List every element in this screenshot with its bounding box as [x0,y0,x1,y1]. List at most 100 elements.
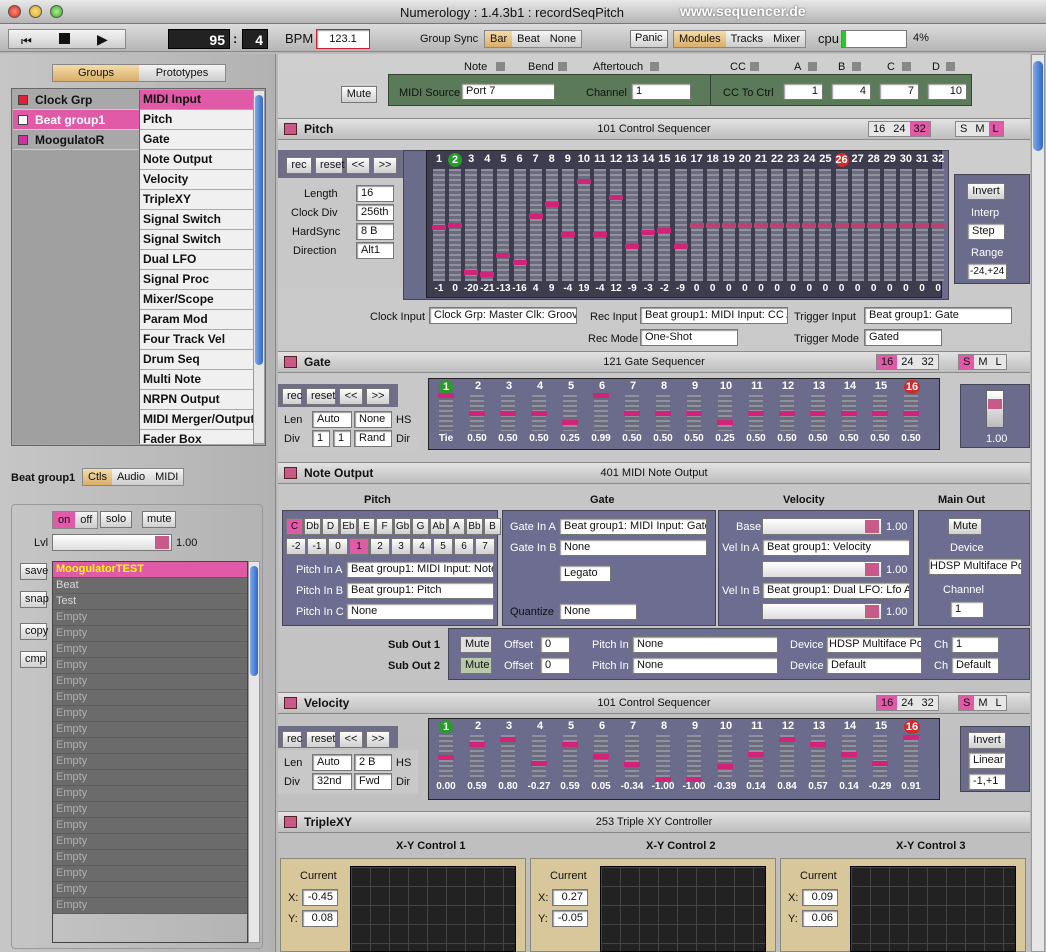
legato-field[interactable]: Legato [559,565,611,582]
preset-list-item[interactable]: Empty [53,834,247,850]
midi-mute-button[interactable]: Mute [341,86,377,103]
gate-step-column[interactable] [594,395,608,431]
key-option-db[interactable]: Db [304,518,321,535]
pitch-step-column[interactable] [577,169,590,281]
level-slider[interactable] [52,534,172,551]
pitch-step-column[interactable] [594,169,606,281]
octave-option[interactable]: 3 [391,538,411,555]
gate-step-grid[interactable]: 1 Tie 2 0.50 3 0.50 4 0.50 5 0.25 6 0.99 7 0.50 8 0.50 9… [428,378,940,450]
main-scrollbar[interactable] [1031,54,1045,952]
tab-32[interactable]: 32 [918,696,938,710]
module-list-item[interactable]: NRPN Output [140,390,254,410]
pitch-step-column[interactable] [658,169,671,281]
vel-in-a-field[interactable]: Beat group1: Velocity [762,539,910,556]
preset-list-item[interactable]: Empty [53,610,247,626]
tab-s[interactable]: S [959,696,975,710]
octave-option[interactable]: 4 [412,538,432,555]
velocity-range-field[interactable]: -1,+1 [968,773,1006,790]
slider-handle[interactable] [865,520,879,533]
key-option-c[interactable]: C [286,518,303,535]
tab-midi[interactable]: MIDI [150,469,183,485]
sub2-ch-field[interactable]: Default [951,657,999,674]
module-list-item[interactable]: TripleXY [140,190,254,210]
gate-len-field[interactable]: Auto [312,411,352,428]
module-list-item[interactable]: Fader Box [140,430,254,444]
tab-l[interactable]: L [992,355,1006,369]
group-item-clock-grp[interactable]: Clock Grp [13,90,139,110]
sub2-offset-field[interactable]: 0 [540,657,570,674]
velocity-interp-field[interactable]: Linear [968,752,1006,769]
midi-channel-field[interactable]: 1 [631,83,691,100]
trigger-input-field[interactable]: Beat group1: Gate [864,307,1012,324]
rec-input-field[interactable]: Beat group1: MIDI Input: CC A [640,307,788,324]
cc-b-field[interactable]: 4 [831,83,871,100]
velocity-step-column[interactable] [749,735,763,779]
preset-list-item[interactable]: Empty [53,786,247,802]
main-out-mute-button[interactable]: Mute [948,518,982,535]
stop-icon[interactable] [59,33,70,44]
interp-field[interactable]: Step [967,223,1005,240]
tab-s[interactable]: S [956,122,971,136]
preset-list-item[interactable]: Empty [53,770,247,786]
direction-field[interactable]: Alt1 [356,242,394,259]
key-option-ab[interactable]: Ab [430,518,447,535]
pitch-step-column[interactable] [529,169,542,281]
gate-next-button[interactable]: >> [366,388,390,405]
module-list-item[interactable]: Gate [140,130,254,150]
preset-list-item[interactable]: Empty [53,866,247,882]
gate-prev-button[interactable]: << [339,388,363,405]
velocity-step-column[interactable] [718,735,732,779]
cc-a-field[interactable]: 1 [783,83,823,100]
tab-ctls[interactable]: Ctls [83,469,112,485]
pitch-step-column[interactable] [674,169,687,281]
gate-div1-field[interactable]: 1 [312,430,330,447]
gate-in-a-field[interactable]: Beat group1: MIDI Input: Gate [559,518,707,535]
tab-32[interactable]: 32 [909,122,930,136]
module-list-item[interactable]: Signal Switch [140,230,254,250]
tab-prototypes[interactable]: Prototypes [139,65,225,81]
velocity-len-field[interactable]: Auto [312,754,352,771]
pitch-invert-button[interactable]: Invert [967,183,1005,200]
main-device-field[interactable]: HDSP Multiface Port [928,558,1022,575]
trigger-mode-field[interactable]: Gated [864,329,942,346]
velocity-step-column[interactable] [904,735,918,779]
pitch-step-column[interactable] [497,169,510,281]
sub2-device-field[interactable]: Default [826,657,922,674]
key-option-gb[interactable]: Gb [394,518,411,535]
off-option[interactable]: off [75,512,97,528]
group-item-beat-group1[interactable]: Beat group1 [13,110,139,130]
key-option-a[interactable]: A [448,518,465,535]
base-slider[interactable] [762,518,882,535]
gate-rand-field[interactable]: Rand [354,430,392,447]
octave-option[interactable]: 6 [454,538,474,555]
xy-x-field[interactable]: 0.27 [552,889,588,906]
preset-list-item[interactable]: Empty [53,722,247,738]
gate-step-column[interactable] [439,395,453,431]
pitch-step-column[interactable] [481,169,494,281]
mute-button[interactable]: mute [142,511,176,528]
velocity-step-column[interactable] [842,735,856,779]
preset-scrollbar[interactable] [248,561,260,943]
velocity-invert-button[interactable]: Invert [968,732,1006,749]
pitch-prev-button[interactable]: << [346,157,370,174]
snap-button[interactable]: snap [20,591,49,608]
module-list-item[interactable]: Four Track Vel [140,330,254,350]
sub2-pitch-in-field[interactable]: None [632,657,778,674]
scroll-thumb[interactable] [1033,61,1043,151]
pitch-step-column[interactable] [465,169,478,281]
tab-16[interactable]: 16 [869,122,889,136]
octave-option[interactable]: -1 [307,538,327,555]
quantize-field[interactable]: None [559,603,637,620]
on-option[interactable]: on [53,512,76,528]
key-option-d[interactable]: D [322,518,339,535]
solo-button[interactable]: solo [100,511,132,528]
zoom-window-button[interactable] [50,5,63,18]
length-field[interactable]: 16 [356,185,394,202]
tab-16[interactable]: 16 [877,355,898,369]
velocity-rec-button[interactable]: rec [282,731,302,748]
clock-div-field[interactable]: 256th [356,204,394,221]
xy-y-field[interactable]: -0.05 [552,910,588,927]
sub1-ch-field[interactable]: 1 [951,636,999,653]
pitch-step-column[interactable] [545,169,558,281]
vel-in-b-field[interactable]: Beat group1: Dual LFO: Lfo AB [762,582,910,599]
